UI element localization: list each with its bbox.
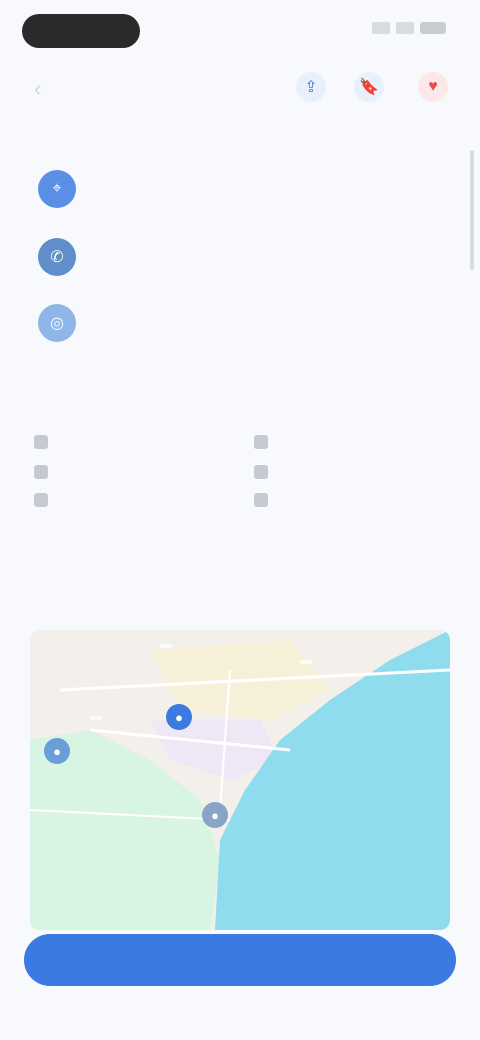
map-place-label — [160, 644, 172, 648]
status-bar — [0, 0, 480, 62]
share-icon[interactable]: ⇪ — [296, 72, 326, 102]
scrollbar[interactable] — [470, 150, 474, 270]
contact-item-address[interactable]: ⌖ — [30, 164, 440, 222]
map-place-label — [300, 660, 312, 664]
status-pill — [22, 14, 140, 48]
heart-icon[interactable]: ♥ — [418, 72, 448, 102]
gym-icon — [254, 493, 268, 507]
battery-icon — [420, 22, 446, 34]
map-canvas — [30, 630, 450, 930]
map[interactable]: ● ● ● — [30, 630, 450, 930]
pool-icon — [254, 435, 268, 449]
amenity-item — [254, 462, 278, 482]
wifi-icon — [34, 435, 48, 449]
header: ‹ ⇪ 🔖 ♥ — [0, 62, 480, 114]
amenity-item — [34, 462, 58, 482]
map-pin-icon[interactable]: ● — [44, 738, 70, 764]
amenity-item — [34, 432, 58, 452]
bottom-bar — [0, 994, 480, 1040]
parking-icon — [34, 465, 48, 479]
contact-item-phone[interactable]: ✆ — [30, 232, 440, 290]
signal-icon — [372, 22, 390, 34]
location-icon: ⌖ — [38, 170, 76, 208]
restaurant-icon — [254, 465, 268, 479]
status-icons — [372, 22, 446, 34]
bookmark-icon[interactable]: 🔖 — [354, 72, 384, 102]
pet-icon — [34, 493, 48, 507]
phone-icon: ✆ — [38, 238, 76, 276]
primary-action-button[interactable] — [24, 934, 456, 986]
amenity-item — [34, 490, 58, 510]
website-icon: ◎ — [38, 304, 76, 342]
wifi-status-icon — [396, 22, 414, 34]
map-pin-icon[interactable]: ● — [202, 802, 228, 828]
back-arrow-icon[interactable]: ‹ — [34, 76, 41, 102]
contact-item-website[interactable]: ◎ — [30, 298, 440, 356]
map-pin-icon[interactable]: ● — [166, 704, 192, 730]
amenity-item — [254, 490, 278, 510]
map-place-label — [90, 716, 102, 720]
amenity-item — [254, 432, 278, 452]
